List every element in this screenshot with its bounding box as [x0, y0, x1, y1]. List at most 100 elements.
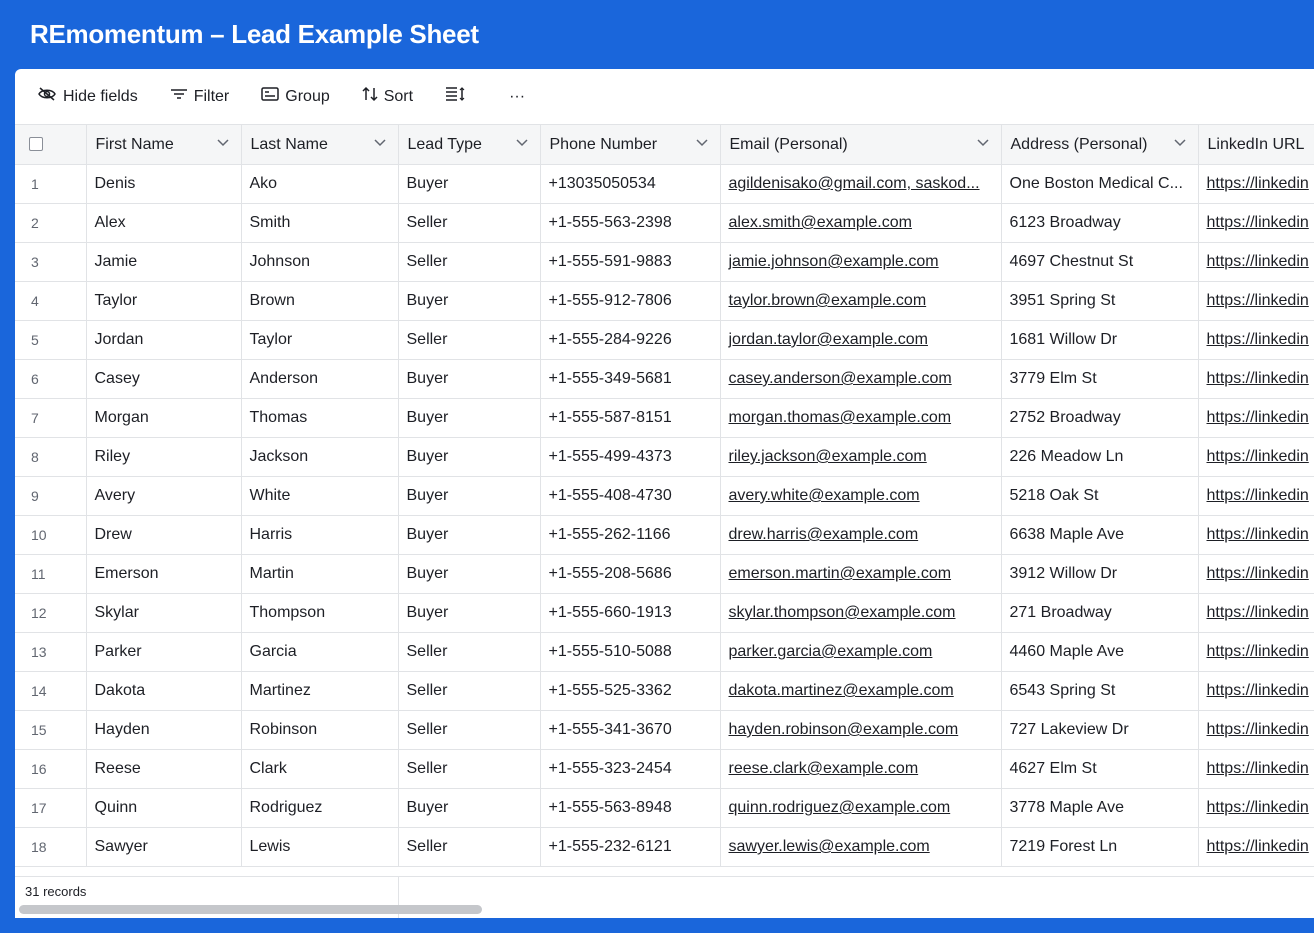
cell-lead-type[interactable]: Seller: [398, 320, 541, 360]
cell-address[interactable]: 4627 Elm St: [1001, 749, 1199, 789]
cell-linkedin[interactable]: https://linkedin: [1198, 788, 1314, 828]
cell-phone[interactable]: +1-555-499-4373: [540, 437, 721, 477]
cell-email[interactable]: avery.white@example.com: [720, 476, 1002, 516]
column-header-lead-type[interactable]: Lead Type: [398, 124, 541, 165]
cell-lead-type[interactable]: Buyer: [398, 554, 541, 594]
cell-linkedin[interactable]: https://linkedin: [1198, 242, 1314, 282]
cell-address[interactable]: 3951 Spring St: [1001, 281, 1199, 321]
row-height-button[interactable]: [441, 82, 475, 112]
table-row[interactable]: 8 Riley Jackson Buyer +1-555-499-4373 riley.j…: [15, 437, 1314, 477]
sort-button[interactable]: Sort: [358, 82, 417, 112]
cell-first-name[interactable]: Jamie: [86, 242, 242, 282]
group-button[interactable]: Group: [257, 82, 333, 112]
cell-linkedin[interactable]: https://linkedin: [1198, 710, 1314, 750]
table-row[interactable]: 12 Skylar Thompson Buyer +1-555-660-1913 skyl…: [15, 593, 1314, 633]
cell-phone[interactable]: +1-555-323-2454: [540, 749, 721, 789]
cell-linkedin[interactable]: https://linkedin: [1198, 320, 1314, 360]
chevron-down-icon[interactable]: [216, 139, 229, 147]
column-header-first-name[interactable]: First Name: [86, 124, 242, 165]
chevron-down-icon[interactable]: [695, 139, 708, 147]
row-number[interactable]: 7: [15, 398, 87, 438]
cell-last-name[interactable]: Taylor: [241, 320, 399, 360]
cell-last-name[interactable]: Robinson: [241, 710, 399, 750]
cell-phone[interactable]: +1-555-232-6121: [540, 827, 721, 867]
cell-lead-type[interactable]: Buyer: [398, 515, 541, 555]
table-row[interactable]: 17 Quinn Rodriguez Buyer +1-555-563-8948 quin…: [15, 788, 1314, 828]
cell-phone[interactable]: +1-555-525-3362: [540, 671, 721, 711]
cell-email[interactable]: sawyer.lewis@example.com: [720, 827, 1002, 867]
cell-email[interactable]: jordan.taylor@example.com: [720, 320, 1002, 360]
cell-email[interactable]: emerson.martin@example.com: [720, 554, 1002, 594]
cell-last-name[interactable]: Smith: [241, 203, 399, 243]
cell-linkedin[interactable]: https://linkedin: [1198, 671, 1314, 711]
column-header-linkedin[interactable]: LinkedIn URL: [1198, 124, 1314, 165]
cell-address[interactable]: 6638 Maple Ave: [1001, 515, 1199, 555]
cell-email[interactable]: casey.anderson@example.com: [720, 359, 1002, 399]
cell-linkedin[interactable]: https://linkedin: [1198, 398, 1314, 438]
cell-email[interactable]: drew.harris@example.com: [720, 515, 1002, 555]
chevron-down-icon[interactable]: [373, 139, 386, 147]
row-number[interactable]: 2: [15, 203, 87, 243]
more-options-button[interactable]: ···: [505, 82, 529, 112]
cell-lead-type[interactable]: Seller: [398, 671, 541, 711]
cell-first-name[interactable]: Riley: [86, 437, 242, 477]
cell-lead-type[interactable]: Buyer: [398, 437, 541, 477]
cell-linkedin[interactable]: https://linkedin: [1198, 554, 1314, 594]
cell-email[interactable]: quinn.rodriguez@example.com: [720, 788, 1002, 828]
row-number[interactable]: 17: [15, 788, 87, 828]
cell-address[interactable]: 6543 Spring St: [1001, 671, 1199, 711]
row-number[interactable]: 4: [15, 281, 87, 321]
cell-first-name[interactable]: Denis: [86, 164, 242, 204]
cell-last-name[interactable]: White: [241, 476, 399, 516]
cell-first-name[interactable]: Jordan: [86, 320, 242, 360]
select-all-checkbox[interactable]: [29, 137, 43, 152]
cell-linkedin[interactable]: https://linkedin: [1198, 632, 1314, 672]
cell-address[interactable]: 4460 Maple Ave: [1001, 632, 1199, 672]
cell-email[interactable]: skylar.thompson@example.com: [720, 593, 1002, 633]
cell-linkedin[interactable]: https://linkedin: [1198, 203, 1314, 243]
cell-first-name[interactable]: Morgan: [86, 398, 242, 438]
cell-phone[interactable]: +1-555-284-9226: [540, 320, 721, 360]
cell-address[interactable]: 4697 Chestnut St: [1001, 242, 1199, 282]
cell-linkedin[interactable]: https://linkedin: [1198, 476, 1314, 516]
cell-last-name[interactable]: Martinez: [241, 671, 399, 711]
cell-phone[interactable]: +1-555-591-9883: [540, 242, 721, 282]
cell-last-name[interactable]: Harris: [241, 515, 399, 555]
row-number[interactable]: 8: [15, 437, 87, 477]
cell-first-name[interactable]: Alex: [86, 203, 242, 243]
cell-first-name[interactable]: Skylar: [86, 593, 242, 633]
table-row[interactable]: 2 Alex Smith Seller +1-555-563-2398 alex.smit…: [15, 203, 1314, 243]
cell-linkedin[interactable]: https://linkedin: [1198, 749, 1314, 789]
cell-address[interactable]: 271 Broadway: [1001, 593, 1199, 633]
table-row[interactable]: 4 Taylor Brown Buyer +1-555-912-7806 taylor.b…: [15, 281, 1314, 321]
column-header-phone-number[interactable]: Phone Number: [540, 124, 721, 165]
cell-first-name[interactable]: Casey: [86, 359, 242, 399]
cell-lead-type[interactable]: Buyer: [398, 359, 541, 399]
cell-last-name[interactable]: Ako: [241, 164, 399, 204]
cell-email[interactable]: hayden.robinson@example.com: [720, 710, 1002, 750]
cell-first-name[interactable]: Parker: [86, 632, 242, 672]
cell-address[interactable]: One Boston Medical C...: [1001, 164, 1199, 204]
cell-address[interactable]: 3778 Maple Ave: [1001, 788, 1199, 828]
filter-button[interactable]: Filter: [166, 82, 234, 112]
cell-last-name[interactable]: Clark: [241, 749, 399, 789]
row-number[interactable]: 15: [15, 710, 87, 750]
cell-address[interactable]: 226 Meadow Ln: [1001, 437, 1199, 477]
cell-first-name[interactable]: Avery: [86, 476, 242, 516]
row-number[interactable]: 1: [15, 164, 87, 204]
cell-first-name[interactable]: Dakota: [86, 671, 242, 711]
cell-phone[interactable]: +1-555-208-5686: [540, 554, 721, 594]
row-number[interactable]: 6: [15, 359, 87, 399]
cell-linkedin[interactable]: https://linkedin: [1198, 281, 1314, 321]
table-row[interactable]: 13 Parker Garcia Seller +1-555-510-5088 parke…: [15, 632, 1314, 672]
table-row[interactable]: 14 Dakota Martinez Seller +1-555-525-3362 dak…: [15, 671, 1314, 711]
cell-last-name[interactable]: Anderson: [241, 359, 399, 399]
hide-fields-button[interactable]: Hide fields: [33, 82, 142, 112]
cell-last-name[interactable]: Jackson: [241, 437, 399, 477]
cell-lead-type[interactable]: Seller: [398, 203, 541, 243]
cell-phone[interactable]: +1-555-262-1166: [540, 515, 721, 555]
cell-address[interactable]: 2752 Broadway: [1001, 398, 1199, 438]
column-header-last-name[interactable]: Last Name: [241, 124, 399, 165]
cell-phone[interactable]: +1-555-563-8948: [540, 788, 721, 828]
cell-last-name[interactable]: Lewis: [241, 827, 399, 867]
